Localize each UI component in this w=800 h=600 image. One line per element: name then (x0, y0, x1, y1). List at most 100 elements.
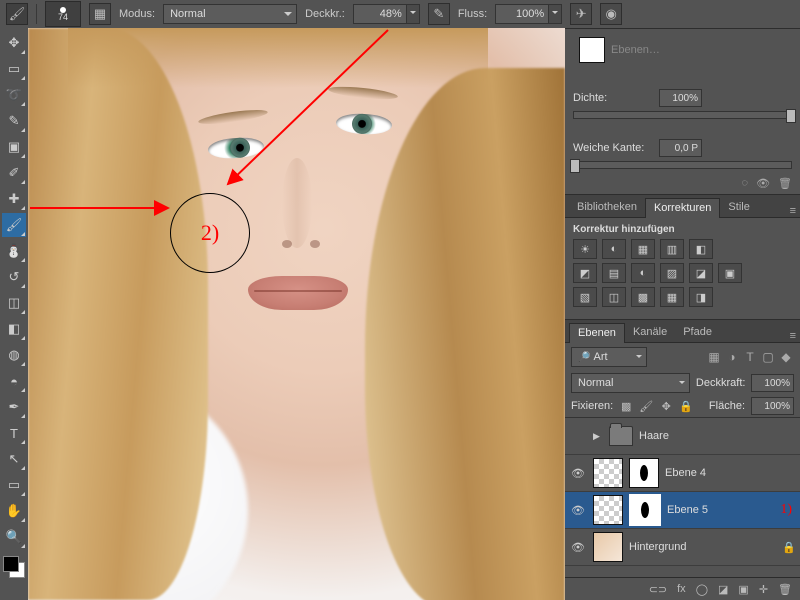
new-group-icon[interactable]: ▣ (738, 583, 748, 596)
tool-gradient[interactable]: ◧ (2, 317, 26, 341)
tool-zoom[interactable]: 🔍 (2, 525, 26, 549)
mask-delete-icon[interactable]: 🗑 (778, 177, 792, 190)
layer-name[interactable]: Hintergrund (629, 541, 776, 553)
layer-filter-type[interactable]: 🔎 Art (571, 347, 647, 367)
layer-thumbnail[interactable] (593, 532, 623, 562)
current-tool-indicator[interactable]: 🖌 (6, 3, 28, 25)
link-layers-icon[interactable]: ⊂⊃ (649, 583, 667, 596)
blend-mode-dropdown[interactable]: Normal (163, 4, 297, 24)
density-value[interactable]: 100% (659, 89, 702, 107)
fill-value[interactable]: 100% (751, 397, 794, 415)
tool-type[interactable]: T (2, 421, 26, 445)
layer-filter-icon[interactable]: ▦ (706, 349, 722, 365)
tool-eraser[interactable]: ◫ (2, 291, 26, 315)
layer-row[interactable]: ▶ Haare (565, 418, 800, 455)
lock-all-icon[interactable]: 🔒 (679, 399, 693, 413)
layer-mask-thumbnail[interactable] (629, 458, 659, 488)
lock-position-icon[interactable]: ✥ (659, 399, 673, 413)
adjustment-button[interactable]: ◨ (689, 287, 713, 307)
layer-row[interactable]: 👁Ebene 51) (565, 492, 800, 529)
adjustment-button[interactable]: ▦ (660, 287, 684, 307)
delete-layer-icon[interactable]: 🗑 (778, 583, 792, 596)
layer-filter-icon[interactable]: ▢ (760, 349, 776, 365)
fg-color[interactable] (3, 556, 19, 572)
layer-row[interactable]: 👁 Ebene 4 (565, 455, 800, 492)
add-mask-icon[interactable]: ◯ (696, 583, 708, 596)
tool-brush[interactable]: 🖌 (2, 213, 26, 237)
new-layer-icon[interactable]: ✛ (759, 583, 768, 596)
layer-thumbnail[interactable] (593, 458, 623, 488)
lock-pixels-icon[interactable]: 🖌 (639, 399, 653, 413)
feather-slider[interactable] (573, 161, 792, 169)
density-slider[interactable] (573, 111, 792, 119)
panel-menu-icon[interactable]: ≡ (790, 330, 796, 342)
tool-lasso[interactable]: ➰ (2, 83, 26, 107)
layer-row[interactable]: 👁Hintergrund🔒 (565, 529, 800, 566)
tab-stile[interactable]: Stile (720, 198, 757, 217)
layer-opacity-value[interactable]: 100% (751, 374, 794, 392)
layer-fx-icon[interactable]: fx (677, 583, 686, 595)
tool-rect-marquee[interactable]: ▭ (2, 57, 26, 81)
tool-blur[interactable]: ◍ (2, 343, 26, 367)
layer-mask-thumbnail[interactable] (629, 494, 661, 526)
tool-pen[interactable]: ✒ (2, 395, 26, 419)
tab-bibliotheken[interactable]: Bibliotheken (569, 198, 645, 217)
color-swatches[interactable] (3, 556, 25, 578)
layer-filter-icon[interactable]: T (742, 349, 758, 365)
brush-panel-toggle[interactable]: ▦ (89, 3, 111, 25)
adjustment-button[interactable]: ▧ (573, 287, 597, 307)
pressure-size-toggle[interactable]: ◉ (600, 3, 622, 25)
tool-crop[interactable]: ▣ (2, 135, 26, 159)
adjustment-button[interactable]: ◐ (602, 239, 626, 259)
adjustment-button[interactable]: ◫ (602, 287, 626, 307)
mask-load-icon[interactable]: ◌ (742, 177, 749, 190)
adjustment-button[interactable]: ☀ (573, 239, 597, 259)
feather-value[interactable]: 0,0 P (659, 139, 702, 157)
expand-icon[interactable]: ▶ (593, 431, 603, 442)
tab-kanaele[interactable]: Kanäle (625, 323, 675, 342)
tool-dodge[interactable]: ◓ (2, 369, 26, 393)
adjustment-button[interactable]: ◧ (689, 239, 713, 259)
visibility-toggle[interactable]: 👁 (569, 467, 587, 480)
tool-path-select[interactable]: ↖ (2, 447, 26, 471)
new-adjustment-icon[interactable]: ◪ (718, 583, 728, 596)
layer-blend-mode[interactable]: Normal (571, 373, 690, 393)
lock-transparency-icon[interactable]: ▩ (619, 399, 633, 413)
tool-move[interactable]: ✥ (2, 31, 26, 55)
airbrush-toggle[interactable]: ✈ (570, 3, 592, 25)
visibility-toggle[interactable]: 👁 (569, 541, 587, 554)
pressure-opacity-toggle[interactable]: ✎ (428, 3, 450, 25)
tool-history-brush[interactable]: ↺ (2, 265, 26, 289)
tool-hand[interactable]: ✋ (2, 499, 26, 523)
visibility-toggle[interactable]: 👁 (569, 504, 587, 517)
adjustment-button[interactable]: ▥ (660, 239, 684, 259)
layer-name[interactable]: Ebene 5 (667, 504, 774, 516)
adjustment-button[interactable]: ◪ (689, 263, 713, 283)
adjustment-button[interactable]: ◩ (573, 263, 597, 283)
flow-control[interactable]: 100% (495, 4, 562, 24)
tool-stamp[interactable]: ⛄ (2, 239, 26, 263)
tab-pfade[interactable]: Pfade (675, 323, 720, 342)
adjustment-button[interactable]: ▣ (718, 263, 742, 283)
mask-view-icon[interactable]: 👁 (756, 177, 770, 190)
layer-name[interactable]: Ebene 4 (665, 467, 796, 479)
tab-korrekturen[interactable]: Korrekturen (645, 198, 720, 218)
tab-ebenen[interactable]: Ebenen (569, 323, 625, 343)
panel-menu-icon[interactable]: ≡ (790, 205, 796, 217)
flow-flyout[interactable] (549, 4, 562, 24)
adjustment-button[interactable]: ◐ (631, 263, 655, 283)
tool-rectangle[interactable]: ▭ (2, 473, 26, 497)
adjustment-button[interactable]: ▤ (602, 263, 626, 283)
adjustment-button[interactable]: ▦ (631, 239, 655, 259)
opacity-flyout[interactable] (407, 4, 420, 24)
layer-filter-icon[interactable]: ◑ (724, 349, 740, 365)
tool-brush-2[interactable]: ✎ (2, 109, 26, 133)
document-canvas[interactable]: 2) (28, 28, 565, 600)
brush-preset-picker[interactable]: 74 (45, 1, 81, 27)
layer-name[interactable]: Haare (639, 430, 796, 442)
adjustment-button[interactable]: ▩ (631, 287, 655, 307)
adjustment-button[interactable]: ▨ (660, 263, 684, 283)
mask-thumbnail[interactable] (579, 37, 605, 63)
opacity-control[interactable]: 48% (353, 4, 420, 24)
tool-healing[interactable]: ✚ (2, 187, 26, 211)
